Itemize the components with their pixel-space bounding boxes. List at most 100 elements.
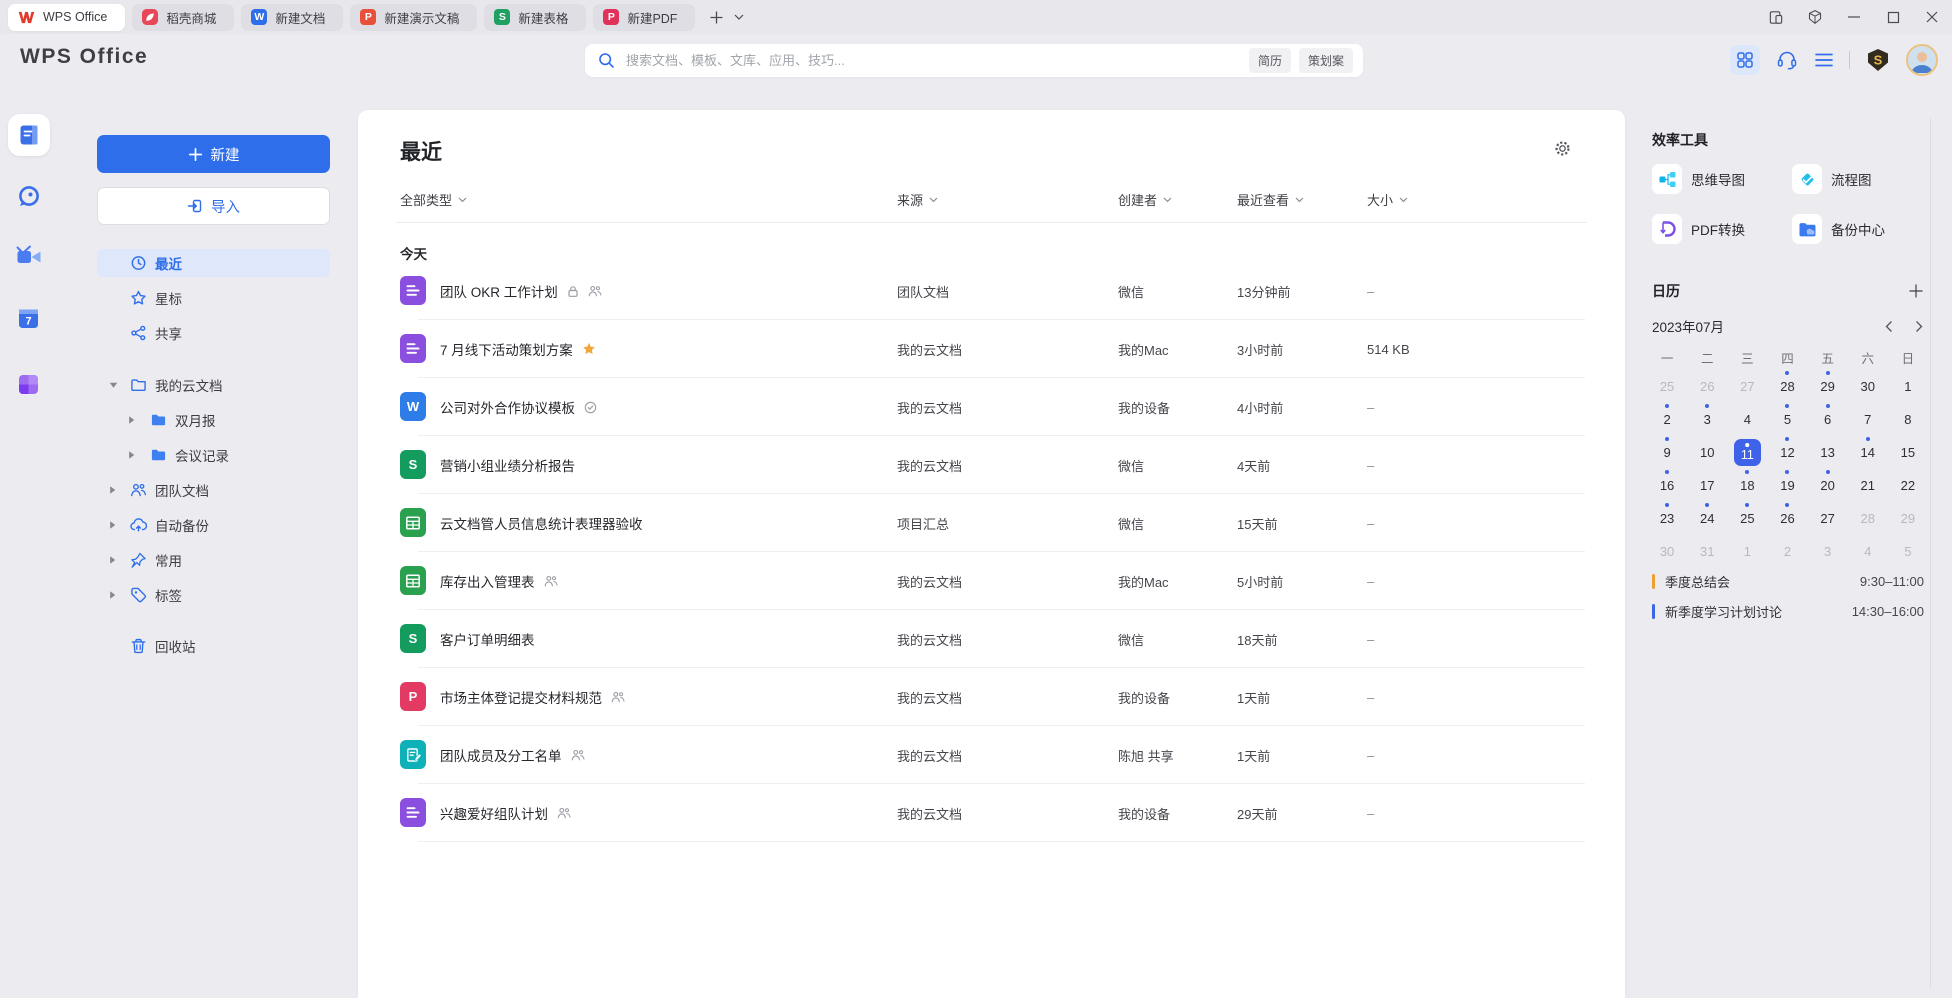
import-button[interactable]: 导入	[97, 187, 330, 225]
calendar-day[interactable]: 6	[1808, 403, 1848, 436]
search-input[interactable]	[624, 52, 1241, 69]
calendar-day[interactable]: 31	[1687, 535, 1727, 568]
minimize-button[interactable]	[1846, 9, 1862, 25]
calendar-day[interactable]: 13	[1808, 436, 1848, 469]
calendar-day[interactable]: 8	[1888, 403, 1928, 436]
calendar-day[interactable]: 3	[1687, 403, 1727, 436]
calendar-day[interactable]: 17	[1687, 469, 1727, 502]
file-row[interactable]: S营销小组业绩分析报告我的云文档微信4天前–	[358, 436, 1625, 494]
new-document-button[interactable]: 新建	[97, 135, 330, 173]
caret-right-icon[interactable]	[128, 451, 137, 460]
file-row[interactable]: S客户订单明细表我的云文档微信18天前–	[358, 610, 1625, 668]
workspace-button[interactable]	[1807, 9, 1823, 25]
tree-item-tags[interactable]: 标签	[97, 581, 330, 609]
caret-right-icon[interactable]	[109, 521, 118, 530]
tool-flowchart[interactable]: 流程图	[1792, 164, 1932, 194]
sidebar-item-trash[interactable]: 回收站	[97, 632, 330, 660]
calendar-day[interactable]: 3	[1808, 535, 1848, 568]
tab-docer-mall[interactable]: 稻壳商城	[132, 4, 234, 31]
calendar-day[interactable]: 19	[1767, 469, 1807, 502]
calendar-day[interactable]: 28	[1848, 502, 1888, 535]
calendar-day[interactable]: 25	[1647, 370, 1687, 403]
tab-new-spreadsheet[interactable]: S新建表格	[484, 4, 586, 31]
calendar-day[interactable]: 4	[1848, 535, 1888, 568]
rail-item-calendar[interactable]: 7	[8, 297, 50, 339]
rail-item-documents[interactable]	[8, 114, 50, 156]
global-search-bar[interactable]: 简历策划案	[585, 44, 1363, 77]
tool-backup-center[interactable]: 备份中心	[1792, 214, 1932, 244]
calendar-day[interactable]: 21	[1848, 469, 1888, 502]
tab-new-document[interactable]: W新建文档	[241, 4, 343, 31]
tab-home[interactable]: WPS Office	[8, 4, 125, 31]
calendar-day[interactable]: 27	[1808, 502, 1848, 535]
calendar-day[interactable]: 1	[1888, 370, 1928, 403]
calendar-day[interactable]: 25	[1727, 502, 1767, 535]
calendar-prev-button[interactable]	[1884, 320, 1893, 333]
caret-down-icon[interactable]	[109, 381, 118, 390]
file-row[interactable]: 兴趣爱好组队计划我的云文档我的设备29天前–	[358, 784, 1625, 842]
calendar-day[interactable]: 11	[1727, 436, 1767, 469]
filter-creator[interactable]: 创建者	[1118, 190, 1172, 209]
tool-mindmap[interactable]: 思维导图	[1652, 164, 1792, 194]
calendar-day[interactable]: 5	[1767, 403, 1807, 436]
filter-size[interactable]: 大小	[1367, 190, 1408, 209]
member-badge-button[interactable]: S	[1865, 47, 1891, 73]
calendar-day[interactable]: 9	[1647, 436, 1687, 469]
calendar-day[interactable]: 14	[1848, 436, 1888, 469]
calendar-day[interactable]: 20	[1808, 469, 1848, 502]
calendar-day[interactable]: 30	[1647, 535, 1687, 568]
file-row[interactable]: 云文档管人员信息统计表理器验收项目汇总微信15天前–	[358, 494, 1625, 552]
tab-new-pdf[interactable]: P新建PDF	[593, 4, 695, 31]
close-button[interactable]	[1924, 9, 1940, 25]
tab-list-dropdown-button[interactable]	[734, 14, 744, 21]
calendar-day[interactable]: 18	[1727, 469, 1767, 502]
tree-item-bimonthly-report[interactable]: 双月报	[97, 406, 330, 434]
caret-right-icon[interactable]	[128, 416, 137, 425]
user-avatar[interactable]	[1906, 44, 1938, 76]
calendar-day[interactable]: 28	[1767, 370, 1807, 403]
calendar-day[interactable]: 16	[1647, 469, 1687, 502]
sidebar-item-starred[interactable]: 星标	[97, 284, 330, 312]
sidebar-item-shared[interactable]: 共享	[97, 319, 330, 347]
calendar-day[interactable]: 30	[1848, 370, 1888, 403]
calendar-day[interactable]: 27	[1727, 370, 1767, 403]
tree-item-team-docs[interactable]: 团队文档	[97, 476, 330, 504]
list-settings-button[interactable]	[1554, 140, 1571, 160]
calendar-day[interactable]: 24	[1687, 502, 1727, 535]
caret-right-icon[interactable]	[109, 486, 118, 495]
sidebar-item-recent[interactable]: 最近	[97, 249, 330, 277]
add-event-button[interactable]	[1908, 283, 1924, 299]
apps-grid-button[interactable]	[1730, 45, 1760, 75]
calendar-day[interactable]: 26	[1767, 502, 1807, 535]
rail-item-apps[interactable]	[8, 363, 50, 405]
file-row[interactable]: W公司对外合作协议模板我的云文档我的设备4小时前–	[358, 378, 1625, 436]
tool-pdf-convert[interactable]: PDF转换	[1652, 214, 1792, 244]
file-row[interactable]: 团队成员及分工名单我的云文档陈旭 共享1天前–	[358, 726, 1625, 784]
file-row[interactable]: P市场主体登记提交材料规范我的云文档我的设备1天前–	[358, 668, 1625, 726]
support-button[interactable]	[1775, 48, 1799, 72]
tree-item-my-cloud-docs[interactable]: 我的云文档	[97, 371, 330, 399]
file-row[interactable]: 7 月线下活动策划方案我的云文档我的Mac3小时前514 KB	[358, 320, 1625, 378]
calendar-day[interactable]: 29	[1888, 502, 1928, 535]
calendar-day[interactable]: 2	[1647, 403, 1687, 436]
filter-viewed[interactable]: 最近查看	[1237, 190, 1304, 209]
file-row[interactable]: 库存出入管理表我的云文档我的Mac5小时前–	[358, 552, 1625, 610]
calendar-event[interactable]: 新季度学习计划讨论14:30–16:00	[1652, 596, 1924, 626]
calendar-day[interactable]: 29	[1808, 370, 1848, 403]
calendar-day[interactable]: 12	[1767, 436, 1807, 469]
filter-source[interactable]: 来源	[897, 190, 938, 209]
search-tag[interactable]: 策划案	[1299, 48, 1353, 73]
calendar-day[interactable]: 2	[1767, 535, 1807, 568]
tab-new-presentation[interactable]: P新建演示文稿	[350, 4, 477, 31]
calendar-day[interactable]: 1	[1727, 535, 1767, 568]
caret-right-icon[interactable]	[109, 556, 118, 565]
calendar-day[interactable]: 26	[1687, 370, 1727, 403]
calendar-day[interactable]: 5	[1888, 535, 1928, 568]
caret-right-icon[interactable]	[109, 591, 118, 600]
filter-type[interactable]: 全部类型	[400, 190, 467, 209]
file-row[interactable]: 团队 OKR 工作计划团队文档微信13分钟前–	[358, 262, 1625, 320]
calendar-day[interactable]: 23	[1647, 502, 1687, 535]
calendar-day[interactable]: 7	[1848, 403, 1888, 436]
add-tab-button[interactable]	[709, 10, 724, 25]
rail-item-chat[interactable]	[8, 175, 50, 217]
